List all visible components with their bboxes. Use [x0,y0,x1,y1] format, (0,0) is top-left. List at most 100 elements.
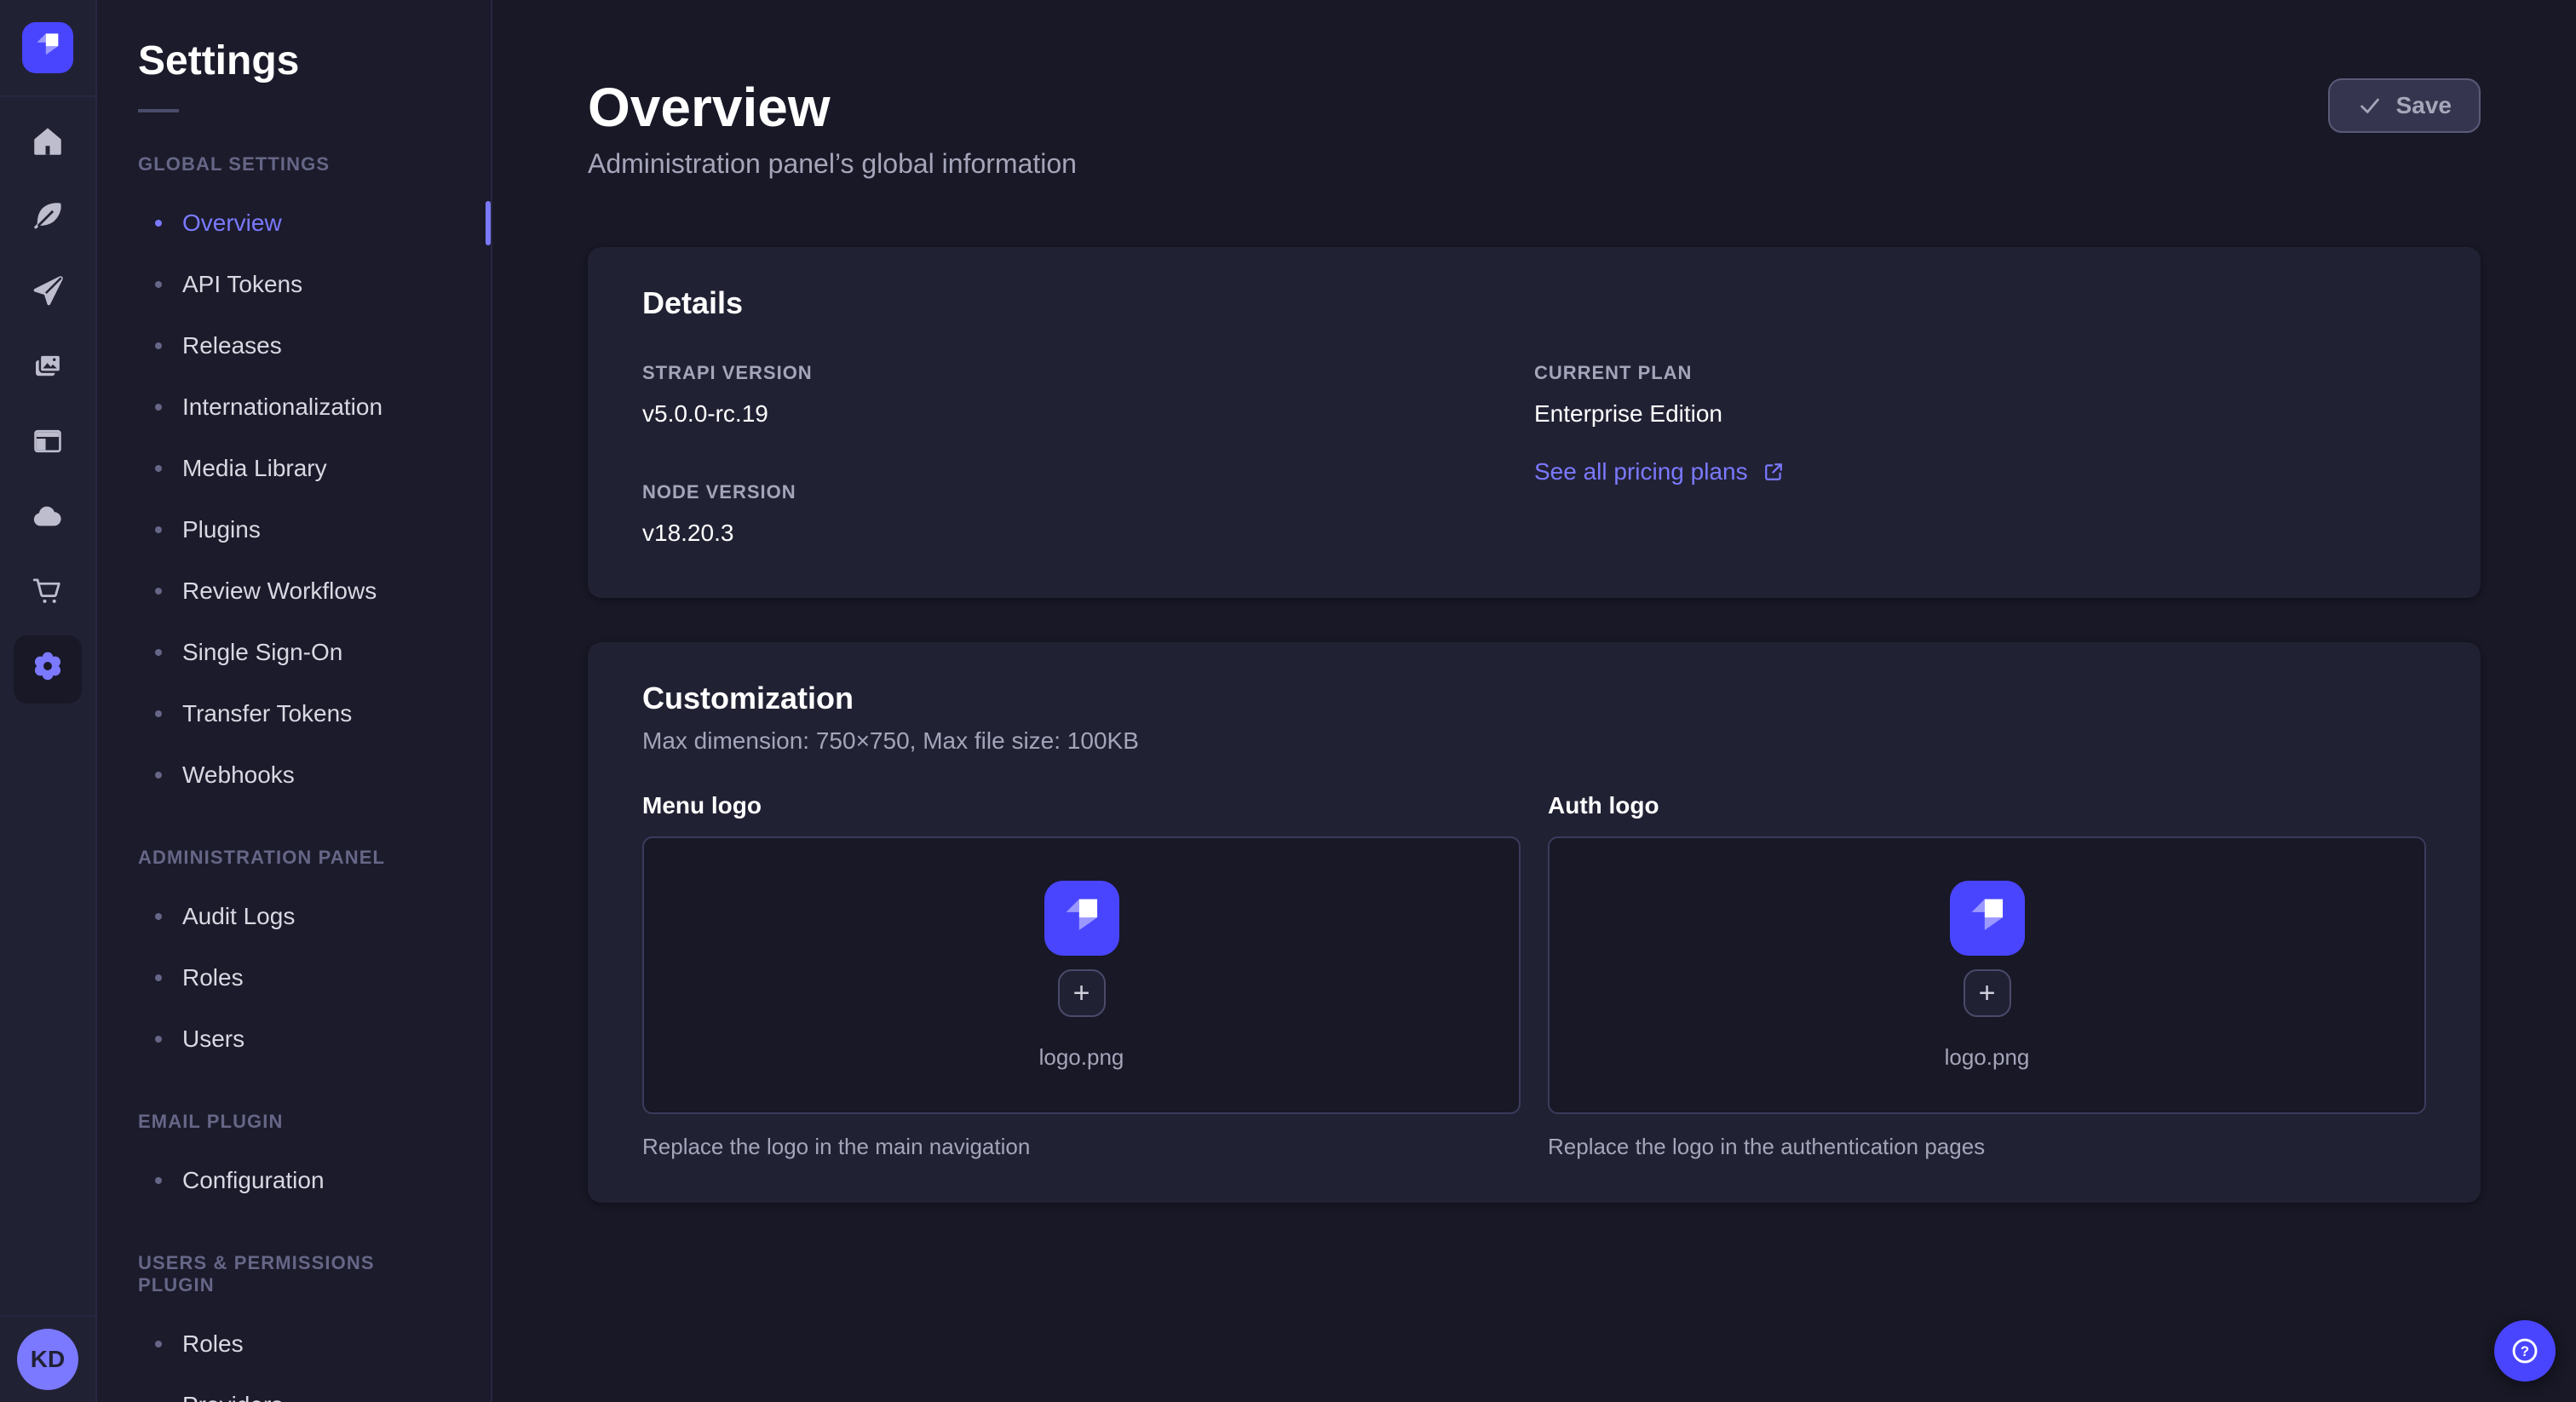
page-header: Overview Administration panel’s global i… [588,75,2481,181]
menu-logo-add-button[interactable]: + [1058,969,1106,1017]
auth-logo-label: Auth logo [1548,789,2426,823]
users-permissions-list: Roles Providers [97,1313,491,1402]
nav-settings[interactable] [14,635,82,704]
strapi-version-field: STRAPI VERSION v5.0.0-rc.19 [642,359,1534,431]
bullet-icon [155,710,162,717]
settings-nav-item-overview[interactable]: Overview [97,192,491,254]
nav-item-label: Providers [182,1392,283,1402]
paper-plane-icon [30,273,66,316]
svg-text:?: ? [2521,1343,2529,1359]
nav-item-label: Users [182,1026,244,1053]
auth-logo-caption: Replace the logo in the authentication p… [1548,1131,2426,1162]
shopping-cart-icon [30,573,66,616]
nav-item-label: Webhooks [182,761,295,789]
nav-home[interactable] [14,111,82,179]
strapi-version-label: STRAPI VERSION [642,359,1534,387]
question-mark-icon: ? [2509,1335,2541,1367]
settings-nav-item-plugins[interactable]: Plugins [97,499,491,560]
rail-nav [0,97,95,707]
strapi-admin-app: KD Settings GLOBAL SETTINGS Overview API… [0,0,2576,1402]
bullet-icon [155,342,162,349]
strapi-version-value: v5.0.0-rc.19 [642,397,1534,431]
nav-item-label: Single Sign-On [182,639,342,666]
strapi-brand-logo[interactable] [22,22,73,73]
pricing-plans-link[interactable]: See all pricing plans [1534,458,1785,486]
current-plan-label: CURRENT PLAN [1534,359,2426,387]
menu-logo-caption: Replace the logo in the main navigation [642,1131,1521,1162]
page-subtitle: Administration panel’s global informatio… [588,147,1077,181]
settings-nav-item-admin-users[interactable]: Users [97,1008,491,1070]
settings-nav-item-email-configuration[interactable]: Configuration [97,1150,491,1211]
nav-item-label: Configuration [182,1167,325,1194]
strapi-logo-icon [26,22,70,73]
nav-item-label: Media Library [182,455,327,482]
section-users-permissions-plugin: USERS & PERMISSIONS PLUGIN [138,1252,450,1296]
settings-nav-item-webhooks[interactable]: Webhooks [97,744,491,806]
nav-marketplace[interactable] [14,560,82,629]
bullet-icon [155,588,162,595]
details-card: Details STRAPI VERSION v5.0.0-rc.19 NODE… [588,247,2481,598]
bullet-icon [155,974,162,981]
details-right-column: CURRENT PLAN Enterprise Edition See all … [1534,359,2426,550]
menu-logo-zone: Menu logo + logo.png Replace the logo in… [642,789,1521,1162]
save-button[interactable]: Save [2328,78,2481,133]
nav-item-label: Plugins [182,516,261,543]
settings-nav-item-releases[interactable]: Releases [97,315,491,376]
user-avatar[interactable]: KD [17,1329,78,1390]
details-grid: STRAPI VERSION v5.0.0-rc.19 NODE VERSION… [642,359,2426,550]
bullet-icon [155,1177,162,1184]
nav-content-type-builder[interactable] [14,261,82,329]
auth-logo-dropzone[interactable]: + logo.png [1548,836,2426,1114]
pricing-link-label: See all pricing plans [1534,458,1748,486]
cloud-icon [30,498,66,541]
nav-media-library[interactable] [14,336,82,404]
bullet-icon [155,220,162,227]
email-plugin-list: Configuration [97,1150,491,1211]
nav-content-manager[interactable] [14,186,82,254]
details-left-column: STRAPI VERSION v5.0.0-rc.19 NODE VERSION… [642,359,1534,550]
settings-nav-item-media-library[interactable]: Media Library [97,438,491,499]
settings-nav-item-audit-logs[interactable]: Audit Logs [97,886,491,947]
global-settings-list: Overview API Tokens Releases Internation… [97,192,491,806]
menu-logo-dropzone[interactable]: + logo.png [642,836,1521,1114]
nav-item-label: Internationalization [182,394,382,421]
auth-logo-zone: Auth logo + logo.png Replace the logo in… [1548,789,2426,1162]
main-nav-rail: KD [0,0,97,1402]
nav-deploy[interactable] [14,486,82,554]
bullet-icon [155,465,162,472]
nav-item-label: Transfer Tokens [182,700,352,727]
settings-nav-item-api-tokens[interactable]: API Tokens [97,254,491,315]
settings-nav-item-up-providers[interactable]: Providers [97,1375,491,1402]
help-button[interactable]: ? [2494,1320,2556,1382]
menu-logo-label: Menu logo [642,789,1521,823]
customization-card: Customization Max dimension: 750×750, Ma… [588,642,2481,1203]
nav-item-label: Audit Logs [182,903,295,930]
customization-card-title: Customization [642,683,2426,714]
main-content: Overview Administration panel’s global i… [492,0,2576,1402]
section-global-settings: GLOBAL SETTINGS [138,153,450,175]
plus-icon: + [1073,979,1090,1008]
current-plan-value: Enterprise Edition [1534,397,2426,431]
plus-icon: + [1979,979,1996,1008]
administration-panel-list: Audit Logs Roles Users [97,886,491,1070]
nav-releases[interactable] [14,411,82,479]
settings-nav-item-up-roles[interactable]: Roles [97,1313,491,1375]
rail-footer: KD [0,1315,95,1402]
auth-logo-add-button[interactable]: + [1964,969,2011,1017]
logo-grid: Menu logo + logo.png Replace the logo in… [642,789,2426,1162]
nav-item-label: Review Workflows [182,577,377,605]
nav-item-label: Roles [182,964,244,991]
settings-nav-item-review-workflows[interactable]: Review Workflows [97,560,491,622]
subnav-title: Settings [138,41,491,82]
settings-nav-item-internationalization[interactable]: Internationalization [97,376,491,438]
page-title: Overview [588,75,1077,140]
settings-nav-item-admin-roles[interactable]: Roles [97,947,491,1008]
settings-nav-item-transfer-tokens[interactable]: Transfer Tokens [97,683,491,744]
nav-item-label: Roles [182,1330,244,1358]
strapi-logo-icon [1955,882,2020,954]
settings-nav-item-single-sign-on[interactable]: Single Sign-On [97,622,491,683]
customization-card-subtitle: Max dimension: 750×750, Max file size: 1… [642,724,2426,758]
bullet-icon [155,281,162,288]
external-link-icon [1762,460,1785,484]
feather-icon [30,198,66,241]
